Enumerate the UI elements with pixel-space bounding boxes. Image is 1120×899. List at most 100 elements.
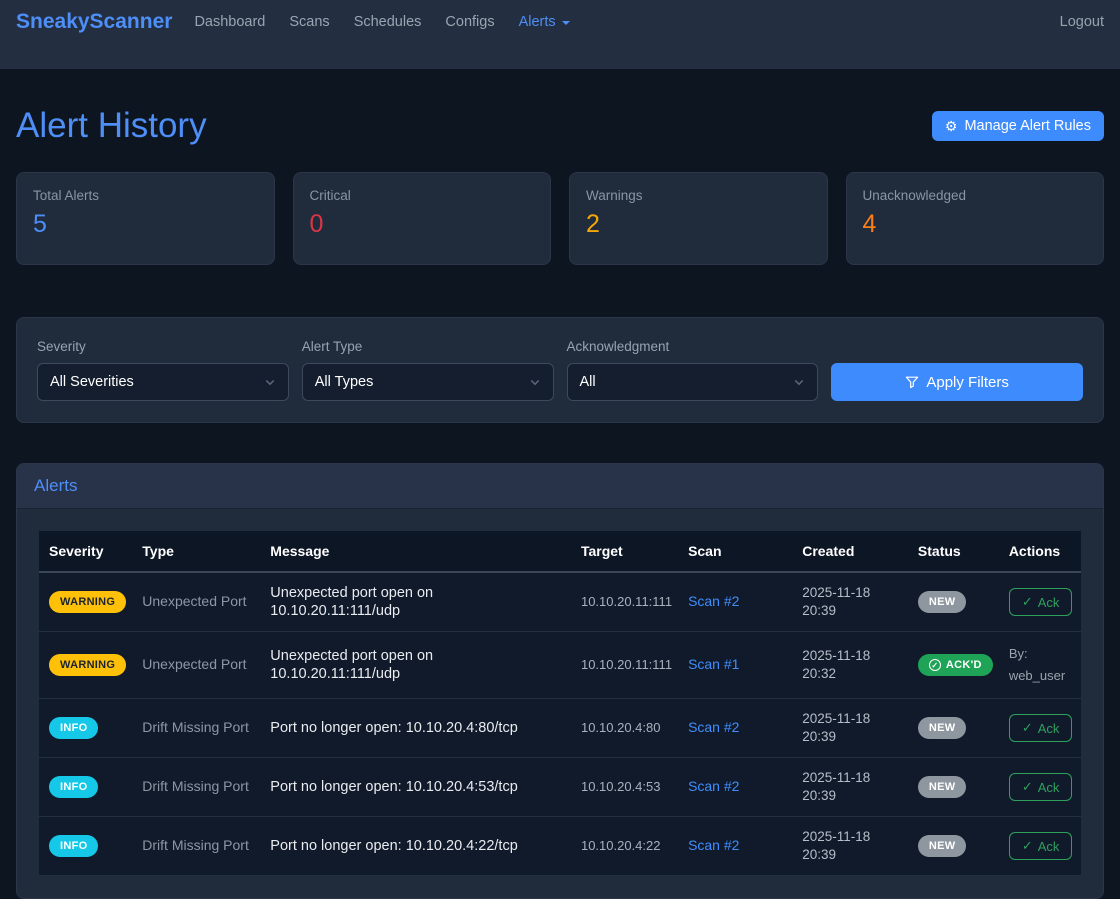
table-row: INFO Drift Missing Port Port no longer o…	[39, 817, 1081, 876]
alert-type: Drift Missing Port	[142, 719, 249, 735]
manage-alert-rules-label: Manage Alert Rules	[964, 118, 1091, 134]
check-icon: ✓	[1022, 720, 1033, 736]
table-row: INFO Drift Missing Port Port no longer o…	[39, 758, 1081, 817]
stat-label: Critical	[310, 188, 535, 203]
severity-badge: INFO	[49, 835, 98, 857]
nav-item-alerts[interactable]: Alerts	[519, 14, 570, 30]
check-circle-icon: ✓	[929, 659, 941, 671]
nav-links: Dashboard Scans Schedules Configs Alerts	[194, 14, 569, 30]
col-header-message: Message	[262, 531, 573, 572]
scan-link[interactable]: Scan #2	[688, 593, 739, 609]
apply-filters-button[interactable]: Apply Filters	[831, 363, 1083, 401]
alert-target: 10.10.20.4:80	[581, 720, 661, 735]
table-header-row: Severity Type Message Target Scan Create…	[39, 531, 1081, 572]
nav-item-configs[interactable]: Configs	[445, 14, 494, 30]
ack-button[interactable]: ✓Ack	[1009, 773, 1073, 801]
col-header-type: Type	[134, 531, 262, 572]
col-header-actions: Actions	[1001, 531, 1081, 572]
manage-alert-rules-button[interactable]: ⚙ Manage Alert Rules	[932, 111, 1104, 141]
ack-button[interactable]: ✓Ack	[1009, 714, 1073, 742]
status-badge: NEW	[918, 776, 967, 798]
check-icon: ✓	[1022, 838, 1033, 854]
alerts-card: Alerts Severity Type Message Target Scan…	[16, 463, 1104, 899]
severity-badge: INFO	[49, 717, 98, 739]
alert-message: Port no longer open: 10.10.20.4:80/tcp	[270, 720, 518, 736]
chevron-down-icon	[793, 376, 805, 388]
status-badge: NEW	[918, 835, 967, 857]
alert-type: Drift Missing Port	[142, 837, 249, 853]
logout-link[interactable]: Logout	[1060, 14, 1104, 30]
brand-logo[interactable]: SneakyScanner	[16, 10, 172, 34]
alerts-table: Severity Type Message Target Scan Create…	[39, 531, 1081, 876]
col-header-severity: Severity	[39, 531, 134, 572]
acknowledgment-select[interactable]: All	[567, 363, 819, 401]
alert-type: Unexpected Port	[142, 593, 246, 609]
alerts-card-title: Alerts	[17, 464, 1103, 509]
table-row: WARNING Unexpected Port Unexpected port …	[39, 572, 1081, 632]
alert-type: Unexpected Port	[142, 656, 246, 672]
chevron-down-icon	[562, 21, 570, 25]
check-icon: ✓	[1022, 594, 1033, 610]
alert-type-select[interactable]: All Types	[302, 363, 554, 401]
severity-badge: WARNING	[49, 654, 126, 676]
scan-link[interactable]: Scan #1	[688, 656, 739, 672]
col-header-scan: Scan	[680, 531, 794, 572]
alert-type-select-value: All Types	[315, 374, 374, 390]
alert-message: Unexpected port open on 10.10.20.11:111/…	[270, 585, 433, 619]
filter-group-type: Alert Type All Types	[302, 339, 554, 401]
alert-created: 2025-11-18 20:39	[802, 585, 870, 618]
ack-button[interactable]: ✓Ack	[1009, 832, 1073, 860]
ack-button[interactable]: ✓Ack	[1009, 588, 1073, 616]
alert-type-label: Alert Type	[302, 339, 554, 354]
filter-group-severity: Severity All Severities	[37, 339, 289, 401]
alert-created: 2025-11-18 20:39	[802, 711, 870, 744]
stat-value-total: 5	[33, 210, 258, 239]
nav-item-alerts-label: Alerts	[519, 14, 556, 30]
severity-select-value: All Severities	[50, 374, 134, 390]
col-header-status: Status	[910, 531, 1001, 572]
filter-group-apply: Apply Filters	[831, 363, 1083, 401]
alert-message: Port no longer open: 10.10.20.4:22/tcp	[270, 838, 518, 854]
status-badge-acked: ✓ACK'D	[918, 654, 993, 676]
severity-label: Severity	[37, 339, 289, 354]
stat-value-critical: 0	[310, 210, 535, 239]
status-badge: NEW	[918, 591, 967, 613]
stat-card-warnings: Warnings 2	[569, 172, 828, 265]
severity-select[interactable]: All Severities	[37, 363, 289, 401]
apply-filters-label: Apply Filters	[926, 374, 1009, 391]
acknowledged-by: By:web_user	[1009, 643, 1073, 687]
alert-target: 10.10.20.11:111	[581, 657, 672, 672]
check-icon: ✓	[1022, 779, 1033, 795]
filter-panel: Severity All Severities Alert Type All T…	[16, 317, 1104, 423]
alert-message: Port no longer open: 10.10.20.4:53/tcp	[270, 779, 518, 795]
scan-link[interactable]: Scan #2	[688, 778, 739, 794]
scan-link[interactable]: Scan #2	[688, 837, 739, 853]
stat-card-critical: Critical 0	[293, 172, 552, 265]
nav-item-schedules[interactable]: Schedules	[354, 14, 422, 30]
stat-value-unacknowledged: 4	[863, 210, 1088, 239]
stat-label: Warnings	[586, 188, 811, 203]
status-badge: NEW	[918, 717, 967, 739]
severity-badge: INFO	[49, 776, 98, 798]
alert-message: Unexpected port open on 10.10.20.11:111/…	[270, 648, 433, 682]
stat-value-warnings: 2	[586, 210, 811, 239]
severity-badge: WARNING	[49, 591, 126, 613]
table-row: WARNING Unexpected Port Unexpected port …	[39, 632, 1081, 699]
gear-icon: ⚙	[945, 119, 958, 133]
alert-type: Drift Missing Port	[142, 778, 249, 794]
alert-created: 2025-11-18 20:32	[802, 648, 870, 681]
stat-label: Total Alerts	[33, 188, 258, 203]
filter-group-acknowledgment: Acknowledgment All	[567, 339, 819, 401]
nav-item-scans[interactable]: Scans	[289, 14, 329, 30]
col-header-created: Created	[794, 531, 910, 572]
acknowledgment-select-value: All	[580, 374, 596, 390]
navbar: SneakyScanner Dashboard Scans Schedules …	[0, 0, 1120, 69]
nav-item-dashboard[interactable]: Dashboard	[194, 14, 265, 30]
alert-created: 2025-11-18 20:39	[802, 770, 870, 803]
acknowledgment-label: Acknowledgment	[567, 339, 819, 354]
table-row: INFO Drift Missing Port Port no longer o…	[39, 699, 1081, 758]
scan-link[interactable]: Scan #2	[688, 719, 739, 735]
alert-target: 10.10.20.4:53	[581, 779, 661, 794]
alert-target: 10.10.20.11:111	[581, 594, 672, 609]
stat-card-unacknowledged: Unacknowledged 4	[846, 172, 1105, 265]
